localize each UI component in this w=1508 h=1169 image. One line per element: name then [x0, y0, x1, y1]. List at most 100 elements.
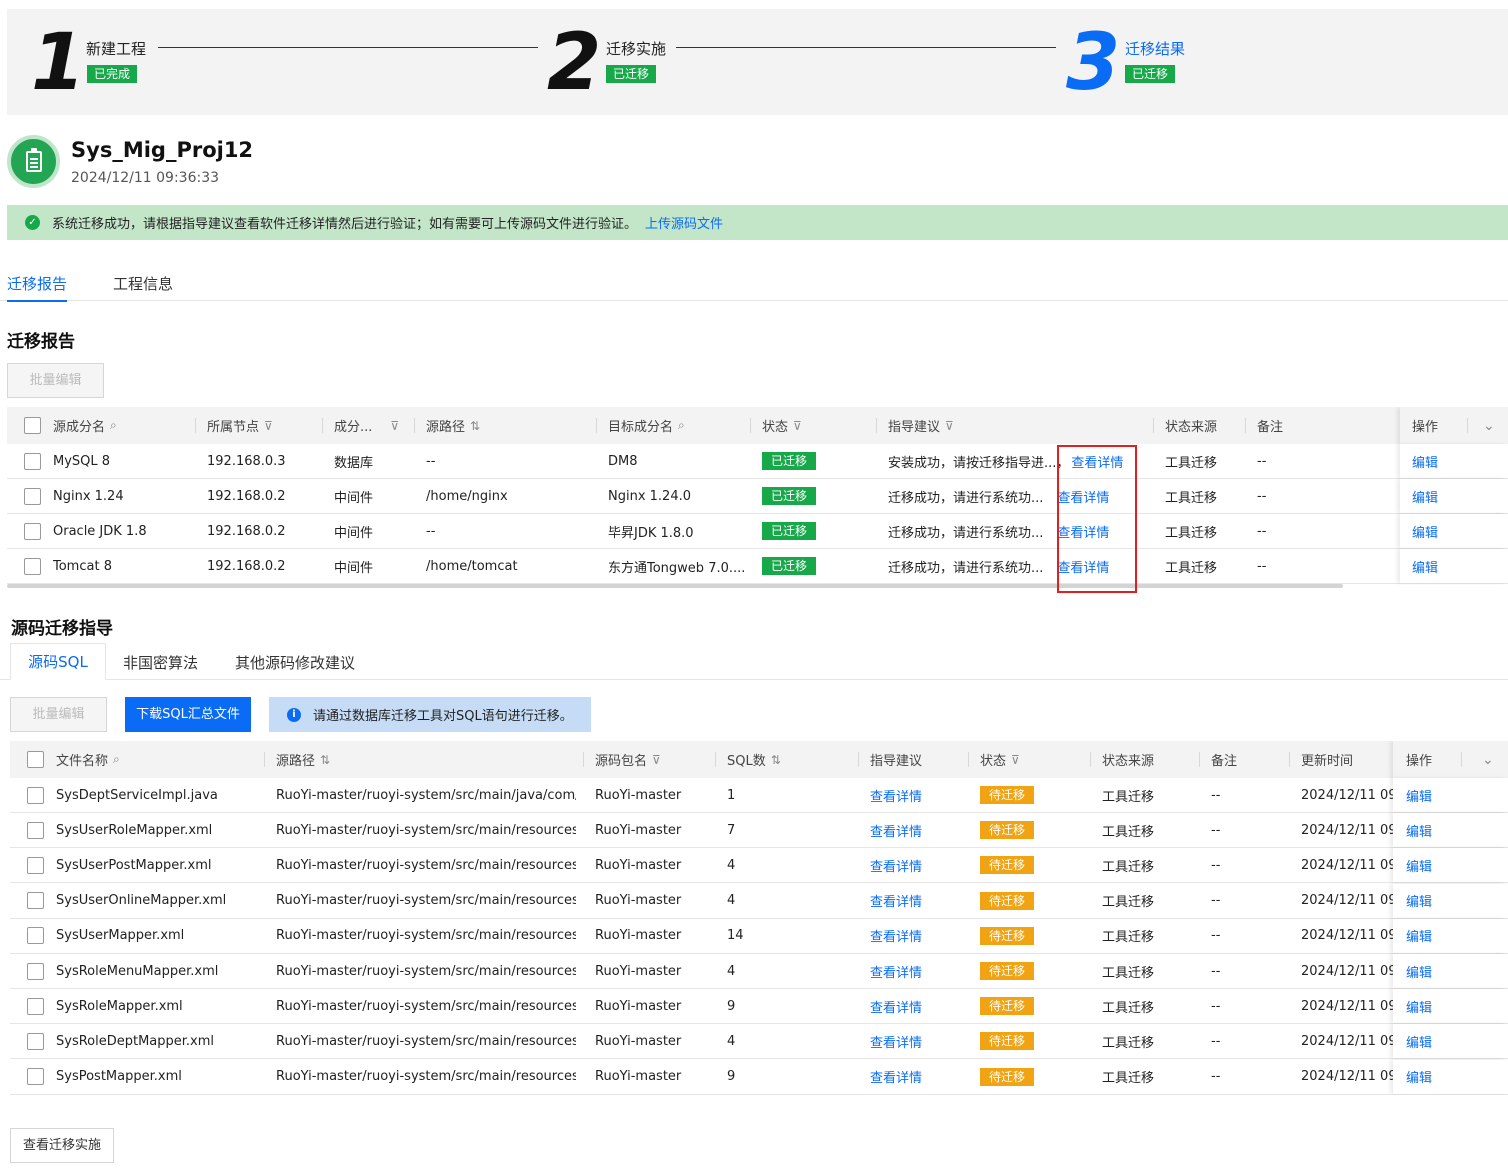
edit-link[interactable]: 编辑 [1406, 926, 1432, 945]
view-detail-link[interactable]: 查看详情 [1071, 452, 1123, 471]
filter-icon[interactable]: ⊽ [652, 753, 661, 767]
col-source-path: 源路径 [276, 754, 316, 769]
report-table-scrollbar[interactable] [7, 584, 1343, 588]
search-icon[interactable]: ⌕ [110, 418, 117, 433]
filter-icon[interactable]: ⊽ [1011, 753, 1020, 767]
file-name: SysRoleMapper.xml [56, 998, 183, 1014]
search-icon[interactable]: ⌕ [678, 418, 685, 433]
view-detail-link[interactable]: 查看详情 [870, 1067, 922, 1086]
col-advice: 指导建议 [888, 420, 941, 435]
row-checkbox[interactable] [27, 962, 44, 980]
report-table-header: 源成分名 ⌕ 所属节点 ⊽ 成分... ⊽ 源路径 ⇅ 目标成分名 ⌕ 状态 ⊽ 指导建议 ⊽… [7, 407, 1508, 444]
edit-link[interactable]: 编辑 [1406, 856, 1432, 875]
sort-icon[interactable]: ⇅ [320, 753, 330, 767]
step-1-title: 新建工程 [86, 40, 147, 58]
package-name: RuoYi-master [595, 963, 682, 979]
upload-source-link[interactable]: 上传源码文件 [645, 213, 723, 232]
edit-link[interactable]: 编辑 [1412, 557, 1438, 576]
update-time: 2024/12/11 09:3 [1301, 857, 1396, 873]
view-migration-impl-button[interactable]: 查看迁移实施 [10, 1128, 114, 1163]
row-checkbox[interactable] [27, 892, 44, 910]
row-checkbox[interactable] [27, 997, 44, 1015]
row-checkbox[interactable] [24, 487, 41, 505]
edit-link[interactable]: 编辑 [1406, 962, 1432, 981]
edit-link[interactable]: 编辑 [1406, 821, 1432, 840]
table-row: SysUserRoleMapper.xml RuoYi-master/ruoyi-… [10, 813, 1508, 849]
col-source-path: 源路径 [426, 420, 466, 435]
col-note: 备注 [1257, 420, 1284, 435]
view-detail-link[interactable]: 查看详情 [1057, 557, 1109, 576]
tab-report[interactable]: 迁移报告 [7, 273, 68, 302]
sort-icon[interactable]: ⇅ [771, 753, 781, 767]
col-node: 所属节点 [207, 420, 260, 435]
tab-other-suggestions[interactable]: 其他源码修改建议 [235, 652, 355, 673]
view-detail-link[interactable]: 查看详情 [870, 997, 922, 1016]
status-source: 工具迁移 [1102, 895, 1155, 911]
table-row: MySQL 8 192.168.0.3 数据库 -- DM8 已迁移 安装成功，请按迁移指导… [7, 444, 1508, 479]
col-package: 源码包名 [595, 754, 648, 769]
edit-link[interactable]: 编辑 [1406, 786, 1432, 805]
table-row: SysUserPostMapper.xml RuoYi-master/ruoyi-… [10, 848, 1508, 884]
view-detail-link[interactable]: 查看详情 [1057, 522, 1109, 541]
tab-project-info[interactable]: 工程信息 [113, 273, 173, 294]
edit-link[interactable]: 编辑 [1412, 452, 1438, 471]
file-name: SysRoleMenuMapper.xml [56, 963, 219, 979]
col-advice: 指导建议 [870, 754, 923, 769]
table-row: SysDeptServiceImpl.java RuoYi-master/ruoy… [10, 778, 1508, 813]
file-name: SysRoleDeptMapper.xml [56, 1033, 215, 1049]
col-note: 备注 [1211, 754, 1238, 769]
search-icon[interactable]: ⌕ [113, 752, 120, 767]
select-all-checkbox[interactable] [24, 417, 41, 434]
row-checkbox[interactable] [27, 1068, 44, 1086]
chevron-down-icon[interactable]: ⌄ [1483, 418, 1495, 434]
file-name: SysUserMapper.xml [56, 928, 185, 944]
edit-link[interactable]: 编辑 [1406, 1067, 1432, 1086]
sql-count: 4 [727, 963, 736, 979]
status-badge: 待迁移 [980, 1067, 1035, 1086]
view-detail-link[interactable]: 查看详情 [1057, 487, 1109, 506]
row-checkbox[interactable] [27, 821, 44, 839]
view-detail-link[interactable]: 查看详情 [870, 962, 922, 981]
edit-link[interactable]: 编辑 [1406, 891, 1432, 910]
col-status-source: 状态来源 [1165, 420, 1218, 435]
source-path: RuoYi-master/ruoyi-system/src/main/resou… [276, 928, 576, 944]
view-detail-link[interactable]: 查看详情 [870, 1032, 922, 1051]
edit-link[interactable]: 编辑 [1406, 997, 1432, 1016]
chevron-down-icon[interactable]: ⌄ [1482, 752, 1494, 768]
row-checkbox[interactable] [24, 452, 41, 470]
note: -- [1211, 1069, 1221, 1085]
edit-link[interactable]: 编辑 [1406, 1032, 1432, 1051]
view-detail-link[interactable]: 查看详情 [870, 786, 922, 805]
note: -- [1211, 822, 1221, 838]
file-name: SysPostMapper.xml [56, 1069, 182, 1085]
row-checkbox[interactable] [24, 557, 41, 575]
edit-link[interactable]: 编辑 [1412, 522, 1438, 541]
sort-icon[interactable]: ⇅ [470, 419, 480, 433]
select-all-checkbox[interactable] [27, 751, 44, 768]
guide-batch-edit-button[interactable]: 批量编辑 [10, 697, 107, 732]
view-detail-link[interactable]: 查看详情 [870, 821, 922, 840]
row-checkbox[interactable] [27, 856, 44, 874]
edit-link[interactable]: 编辑 [1412, 487, 1438, 506]
row-checkbox[interactable] [27, 786, 44, 804]
status-badge: 待迁移 [980, 856, 1035, 875]
update-time: 2024/12/11 09:3 [1301, 1033, 1396, 1049]
filter-icon[interactable]: ⊽ [945, 419, 954, 433]
source-path: RuoYi-master/ruoyi-system/src/main/resou… [276, 998, 576, 1014]
view-detail-link[interactable]: 查看详情 [870, 926, 922, 945]
filter-icon[interactable]: ⊽ [390, 419, 399, 433]
tab-non-gm-algorithm[interactable]: 非国密算法 [123, 652, 198, 673]
status-badge: 待迁移 [980, 962, 1035, 980]
view-detail-link[interactable]: 查看详情 [870, 891, 922, 910]
file-name: SysUserOnlineMapper.xml [56, 893, 227, 909]
report-batch-edit-button[interactable]: 批量编辑 [7, 363, 104, 398]
filter-icon[interactable]: ⊽ [793, 419, 802, 433]
view-detail-link[interactable]: 查看详情 [870, 856, 922, 875]
download-sql-button[interactable]: 下载SQL汇总文件 [125, 697, 251, 732]
sql-count: 1 [727, 787, 736, 803]
row-checkbox[interactable] [27, 1032, 44, 1050]
tab-source-sql[interactable]: 源码SQL [10, 643, 106, 680]
filter-icon[interactable]: ⊽ [264, 419, 273, 433]
row-checkbox[interactable] [24, 522, 41, 540]
row-checkbox[interactable] [27, 927, 44, 945]
